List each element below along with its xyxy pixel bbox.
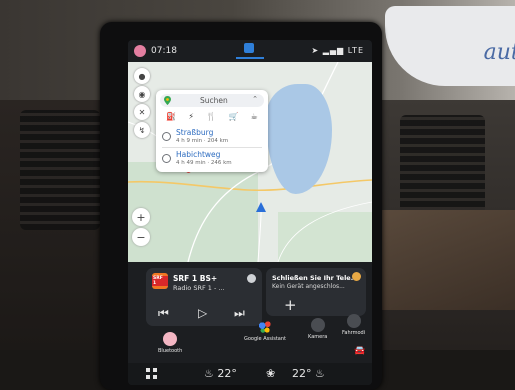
- app-grid-icon[interactable]: [146, 368, 157, 379]
- history-clock-icon: [162, 132, 171, 141]
- driver-temperature[interactable]: ♨ 22°: [204, 367, 237, 380]
- car-mode-icon: [346, 314, 361, 328]
- mute-icon: ✕: [138, 107, 146, 117]
- status-bar: 07:18 ➤ ▂▄▆ LTE: [128, 40, 372, 62]
- seat-heat-icon: ♨: [315, 367, 325, 380]
- zoom-out-button[interactable]: −: [132, 228, 150, 246]
- previous-track-icon[interactable]: ⏮: [158, 306, 169, 321]
- station-title: SRF 1 BS+: [173, 274, 218, 283]
- restaurant-icon[interactable]: 🍴: [206, 112, 216, 124]
- current-location-arrow: [256, 202, 266, 212]
- google-assistant-icon: [258, 320, 272, 334]
- destination-meta: 4 h 49 min · 246 km: [176, 160, 232, 166]
- chevron-up-icon[interactable]: ⌃: [252, 95, 258, 103]
- list-divider: [162, 147, 262, 148]
- destination-name: Straßburg: [176, 128, 214, 137]
- notification-title: Schließen Sie Ihr Tele...: [272, 274, 359, 282]
- camera-icon: [310, 318, 325, 332]
- search-label: Suchen: [200, 96, 228, 105]
- search-bar[interactable]: Suchen ⌃: [160, 94, 264, 107]
- mute-button[interactable]: ✕: [134, 104, 150, 120]
- compass-button[interactable]: ◉: [134, 86, 150, 102]
- air-vent-left: [20, 110, 100, 230]
- driver-mode-app[interactable]: Fahrmodi: [342, 314, 365, 336]
- media-source-icon: [247, 274, 256, 283]
- signal-label: LTE: [347, 46, 364, 55]
- navigation-app-icon[interactable]: [242, 43, 256, 55]
- status-right: ➤ ▂▄▆ LTE: [311, 46, 364, 55]
- camera-app[interactable]: Kamera: [308, 318, 327, 340]
- route-icon: ↯: [138, 125, 146, 135]
- station-subtitle: Radio SRF 1 - ...: [173, 284, 225, 292]
- add-icon[interactable]: +: [284, 296, 297, 314]
- app-label: Fahrmodi: [342, 330, 366, 336]
- app-label: Kamera: [308, 334, 328, 340]
- map-view[interactable]: ● ◉ ✕ ↯ + − Suchen ⌃ ⛽ ⚡ �: [128, 62, 372, 262]
- notification-card[interactable]: Schließen Sie Ihr Tele... Kein Gerät ang…: [266, 268, 366, 316]
- profile-avatar[interactable]: [134, 45, 146, 57]
- dealer-sign-text: auto: [483, 40, 515, 65]
- google-assistant-app[interactable]: Google Assistant: [244, 320, 286, 342]
- app-label: Bluetooth: [158, 348, 183, 354]
- play-icon[interactable]: ▷: [198, 306, 207, 320]
- home-dashboard: SRF 1 SRF 1 BS+ Radio SRF 1 - ... ⏮ ▷ ⏭ …: [128, 262, 372, 385]
- zoom-in-button[interactable]: +: [132, 208, 150, 226]
- active-app-indicator: [236, 57, 264, 59]
- location-arrow-icon: ➤: [311, 46, 320, 55]
- shopping-icon[interactable]: 🛒: [228, 112, 238, 124]
- climate-bar: ♨ 22° ❀ 22° ♨: [128, 363, 372, 385]
- destination-meta: 4 h 9 min · 204 km: [176, 138, 229, 144]
- maps-pin-icon: [164, 96, 171, 105]
- signal-icon: ▂▄▆: [322, 46, 345, 55]
- microphone-icon: ●: [138, 71, 146, 81]
- next-track-icon[interactable]: ⏭: [234, 306, 245, 321]
- notification-icon: [352, 272, 361, 281]
- infotainment-screen: 07:18 ➤ ▂▄▆ LTE ● ◉ ✕ ↯ + − Suchen ⌃ ⛽ ⚡…: [128, 40, 372, 385]
- passenger-temperature[interactable]: 22° ♨: [292, 367, 325, 380]
- charging-icon[interactable]: ⚡: [188, 112, 194, 124]
- recent-destination-item[interactable]: Habichtweg 4 h 49 min · 246 km: [162, 150, 262, 170]
- bluetooth-app[interactable]: Bluetooth: [158, 332, 182, 354]
- status-time: 07:18: [151, 46, 177, 56]
- wood-trim: [375, 210, 515, 310]
- compass-icon: ◉: [138, 89, 146, 99]
- air-vent-right: [400, 115, 485, 225]
- history-clock-icon: [162, 154, 171, 163]
- route-options-button[interactable]: ↯: [134, 122, 150, 138]
- destination-name: Habichtweg: [176, 150, 221, 159]
- category-shortcuts: ⛽ ⚡ 🍴 🛒 ☕: [160, 112, 264, 124]
- search-panel: Suchen ⌃ ⛽ ⚡ 🍴 🛒 ☕ Straßburg 4 h 9 min ·…: [156, 90, 268, 172]
- bluetooth-icon: [163, 332, 178, 346]
- fan-icon[interactable]: ❀: [266, 367, 275, 380]
- seat-heat-icon: ♨: [204, 367, 214, 380]
- car-icon[interactable]: 🚘: [354, 346, 365, 356]
- gas-station-icon[interactable]: ⛽: [166, 112, 176, 124]
- notification-subtitle: Kein Gerät angeschlos...: [272, 283, 345, 290]
- media-card[interactable]: SRF 1 SRF 1 BS+ Radio SRF 1 - ... ⏮ ▷ ⏭: [146, 268, 262, 326]
- microphone-button[interactable]: ●: [134, 68, 150, 84]
- cafe-icon[interactable]: ☕: [251, 112, 258, 124]
- radio-station-logo: SRF 1: [152, 273, 168, 289]
- app-label: Google Assistant: [244, 336, 286, 342]
- recent-destination-item[interactable]: Straßburg 4 h 9 min · 204 km: [162, 128, 262, 148]
